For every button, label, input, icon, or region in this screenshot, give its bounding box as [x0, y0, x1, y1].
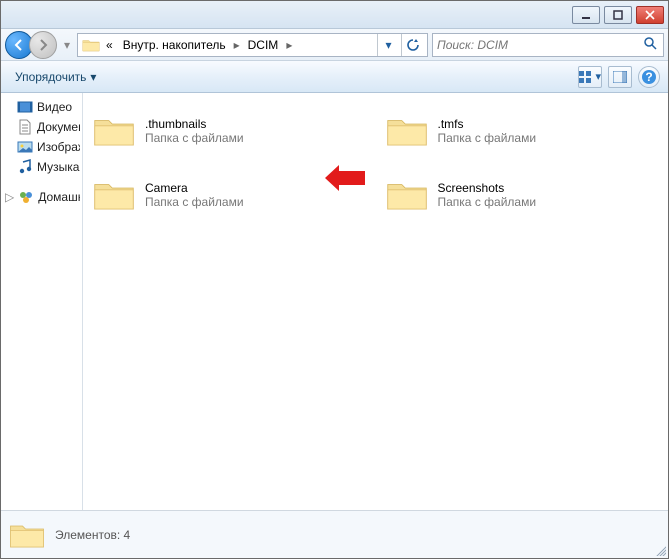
- sidebar-item-documents[interactable]: Документы: [3, 117, 80, 137]
- breadcrumb-segment[interactable]: Внутр. накопитель: [119, 36, 230, 54]
- chevron-right-icon[interactable]: ▸: [284, 38, 294, 52]
- svg-text:?: ?: [645, 70, 652, 84]
- maximize-button[interactable]: [604, 6, 632, 24]
- resize-grip[interactable]: [654, 544, 666, 556]
- sidebar-item-label: Видео: [37, 100, 72, 114]
- refresh-icon: [406, 38, 420, 52]
- help-icon: ?: [641, 69, 657, 85]
- preview-pane-icon: [613, 71, 627, 83]
- titlebar: [1, 1, 668, 29]
- music-icon: [17, 159, 33, 175]
- folder-item-screenshots[interactable]: Screenshots Папка с файлами: [382, 167, 663, 223]
- chevron-right-icon[interactable]: ▸: [232, 38, 242, 52]
- toolbar: Упорядочить ▾ ▾ ?: [1, 61, 668, 93]
- help-button[interactable]: ?: [638, 66, 660, 88]
- minimize-icon: [581, 10, 591, 20]
- arrow-right-icon: [36, 38, 50, 52]
- folder-type: Папка с файлами: [145, 195, 244, 209]
- folder-name: .thumbnails: [145, 117, 244, 131]
- forward-button[interactable]: [29, 31, 57, 59]
- folder-type: Папка с файлами: [438, 195, 537, 209]
- folder-item-thumbnails[interactable]: .thumbnails Папка с файлами: [89, 103, 370, 159]
- close-icon: [645, 10, 655, 20]
- folder-name: .tmfs: [438, 117, 537, 131]
- folder-type: Папка с файлами: [145, 131, 244, 145]
- sidebar-item-images[interactable]: Изображения: [3, 137, 80, 157]
- minimize-button[interactable]: [572, 6, 600, 24]
- view-menu[interactable]: ▾: [578, 66, 602, 88]
- folder-icon: [386, 177, 428, 213]
- sidebar-item-label: Документы: [37, 120, 80, 134]
- search-input[interactable]: [437, 38, 641, 52]
- search-icon[interactable]: [641, 36, 659, 53]
- explorer-window: ▾ « Внутр. накопитель ▸ DCIM ▸ ▾: [0, 0, 669, 559]
- nav-buttons: [5, 31, 57, 59]
- sidebar: Видео Документы Изображения Музыка ▷ Дом…: [1, 93, 83, 510]
- breadcrumb-segment[interactable]: DCIM: [244, 36, 283, 54]
- folder-icon: [82, 37, 100, 53]
- folder-type: Папка с файлами: [438, 131, 537, 145]
- statusbar: Элементов: 4: [1, 510, 668, 558]
- navbar: ▾ « Внутр. накопитель ▸ DCIM ▸ ▾: [1, 29, 668, 61]
- folder-icon: [93, 113, 135, 149]
- refresh-button[interactable]: [401, 34, 423, 56]
- arrow-left-icon: [12, 38, 26, 52]
- folder-icon: [9, 520, 45, 550]
- address-bar[interactable]: « Внутр. накопитель ▸ DCIM ▸ ▾: [77, 33, 428, 57]
- sidebar-item-label: Домашняя группа: [38, 190, 80, 204]
- sidebar-item-videos[interactable]: Видео: [3, 97, 80, 117]
- breadcrumb-root[interactable]: «: [102, 36, 117, 54]
- sidebar-item-homegroup[interactable]: ▷ Домашняя группа: [3, 187, 80, 207]
- folder-icon: [386, 113, 428, 149]
- folder-name: Camera: [145, 181, 244, 195]
- content-area[interactable]: .thumbnails Папка с файлами .tmfs Папка …: [83, 93, 668, 510]
- body: Видео Документы Изображения Музыка ▷ Дом…: [1, 93, 668, 510]
- search-box[interactable]: [432, 33, 664, 57]
- folder-name: Screenshots: [438, 181, 537, 195]
- nav-history-dropdown[interactable]: ▾: [61, 38, 73, 52]
- image-icon: [17, 139, 33, 155]
- folder-icon: [93, 177, 135, 213]
- callout-arrow-icon: [325, 165, 365, 191]
- address-dropdown[interactable]: ▾: [377, 34, 399, 56]
- expand-icon: ▷: [5, 190, 14, 204]
- video-icon: [17, 99, 33, 115]
- preview-pane-button[interactable]: [608, 66, 632, 88]
- maximize-icon: [613, 10, 623, 20]
- document-icon: [17, 119, 33, 135]
- sidebar-item-label: Изображения: [37, 140, 80, 154]
- organize-menu[interactable]: Упорядочить ▾: [9, 66, 102, 88]
- homegroup-icon: [18, 189, 34, 205]
- tiles-icon: [579, 71, 592, 83]
- chevron-down-icon: ▾: [90, 70, 96, 84]
- organize-label: Упорядочить: [15, 70, 86, 84]
- sidebar-item-music[interactable]: Музыка: [3, 157, 80, 177]
- status-text: Элементов: 4: [55, 528, 130, 542]
- folder-item-tmfs[interactable]: .tmfs Папка с файлами: [382, 103, 663, 159]
- close-button[interactable]: [636, 6, 664, 24]
- sidebar-item-label: Музыка: [37, 160, 79, 174]
